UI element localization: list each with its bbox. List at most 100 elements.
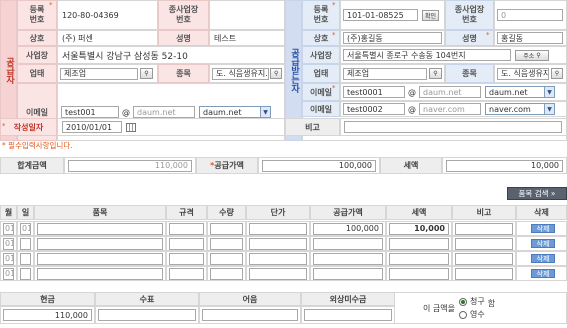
month-input[interactable]: 01 (3, 237, 14, 250)
payment-credit-input[interactable] (304, 309, 392, 321)
day-input[interactable] (20, 252, 31, 265)
supply-amount-input[interactable]: 100,000 (262, 159, 376, 172)
item-field-input[interactable] (455, 222, 513, 235)
table-row-cell: 삭제 (516, 236, 567, 251)
buyer-email1-select[interactable]: daum.net ▼ (485, 86, 555, 98)
item-field-input[interactable] (37, 222, 163, 235)
items-header-cell: 품목 (34, 205, 166, 220)
buyer-email2-select[interactable]: naver.com ▼ (485, 103, 555, 115)
delete-button[interactable]: 삭제 (531, 254, 555, 263)
buyer-reg-no-input[interactable]: 101-01-08525 (343, 9, 418, 21)
item-field-input[interactable] (37, 267, 163, 280)
tax-input[interactable] (389, 237, 449, 250)
buyer-email2-domain[interactable]: naver.com (419, 103, 481, 115)
table-row-cell (17, 266, 34, 281)
calendar-icon[interactable] (126, 122, 136, 132)
tax-amount-input[interactable]: 10,000 (446, 159, 563, 172)
item-field-input[interactable] (249, 222, 307, 235)
chevron-down-icon: ▼ (260, 107, 270, 117)
receipt-option-cell: 이 금액을 청구 영수 함 (395, 292, 567, 324)
radio-icon[interactable] (458, 310, 467, 319)
option-receipt[interactable]: 영수 (458, 309, 485, 320)
radio-selected-icon[interactable] (458, 297, 467, 306)
item-field-input[interactable] (210, 237, 243, 250)
supplier-email-id[interactable]: test001 (61, 106, 119, 118)
buyer-email1-id[interactable]: test0001 (343, 86, 405, 98)
supply-input[interactable] (313, 237, 383, 250)
payment-check-input[interactable] (98, 309, 196, 321)
buyer-email2-cell: test0002 @ naver.com naver.com ▼ (340, 101, 567, 117)
write-date-input[interactable]: 2010/01/01 (62, 121, 122, 133)
item-field-input[interactable] (169, 252, 204, 265)
item-field-input[interactable] (455, 237, 513, 250)
item-field-input[interactable] (169, 222, 204, 235)
table-row-cell (166, 236, 207, 251)
buyer-biz-type-input[interactable]: 제조업 (343, 67, 427, 80)
item-field-input[interactable] (169, 237, 204, 250)
item-field-input[interactable] (249, 267, 307, 280)
supplier-email-domain[interactable]: daum.net (133, 106, 195, 118)
item-field-input[interactable] (169, 267, 204, 280)
payment-note-input[interactable] (202, 309, 298, 321)
supply-input[interactable] (313, 252, 383, 265)
month-input[interactable]: 01 (3, 222, 14, 235)
buyer-email1-cell: test0001 @ daum.net daum.net ▼ (340, 83, 567, 101)
buyer-company-input[interactable]: (주)홍길동 (343, 32, 442, 44)
item-field-input[interactable] (249, 237, 307, 250)
search-button[interactable]: ⚲ (429, 68, 442, 79)
table-row-cell (207, 236, 246, 251)
buyer-biz-item-cell: 도. 식음생유지. ⚲ (494, 64, 567, 83)
buyer-name-input[interactable]: 홍길동 (497, 32, 563, 44)
item-field-input[interactable] (210, 222, 243, 235)
table-row-cell: 01 (0, 251, 17, 266)
address-search-button[interactable]: 주소 ⚲ (515, 49, 549, 61)
day-input[interactable] (20, 267, 31, 280)
item-field-input[interactable] (455, 252, 513, 265)
item-field-input[interactable] (249, 252, 307, 265)
supplier-biz-item-input[interactable]: 도. 식음생유지. (212, 67, 270, 80)
item-field-input[interactable] (210, 252, 243, 265)
month-input[interactable]: 01 (3, 267, 14, 280)
remarks-input[interactable] (344, 121, 562, 133)
search-button[interactable]: ⚲ (270, 68, 282, 79)
total-amount-label: 합계금액 (0, 157, 64, 174)
delete-button[interactable]: 삭제 (531, 269, 555, 278)
payment-cash-cell: 110,000 (0, 306, 95, 324)
month-input[interactable]: 01 (3, 252, 14, 265)
items-header-cell: 일 (17, 205, 34, 220)
buyer-address-input[interactable]: 서울특별시 종로구 수송동 104번지 (343, 49, 511, 61)
table-row-cell (34, 251, 166, 266)
payment-cash-input[interactable]: 110,000 (3, 309, 92, 321)
table-row-cell: 01 (0, 221, 17, 236)
tax-input[interactable]: 10,000 (389, 222, 449, 235)
table-row-cell (207, 251, 246, 266)
buyer-biz-item-input[interactable]: 도. 식음생유지. (497, 67, 549, 80)
at-sign: @ (122, 107, 130, 117)
supply-input[interactable] (313, 267, 383, 280)
search-button[interactable]: ⚲ (551, 68, 563, 79)
item-field-input[interactable] (37, 252, 163, 265)
supplier-email-select[interactable]: daum.net ▼ (199, 106, 271, 118)
option-claim[interactable]: 청구 (458, 296, 485, 307)
item-field-input[interactable] (455, 267, 513, 280)
supplier-biz-type-input[interactable]: 제조업 (60, 67, 138, 80)
buyer-email2-id[interactable]: test0002 (343, 103, 405, 115)
buyer-email2-label: 이메일 (302, 101, 340, 117)
table-row-cell: 01 (0, 266, 17, 281)
buyer-email1-domain[interactable]: daum.net (419, 86, 481, 98)
tax-input[interactable] (389, 252, 449, 265)
supply-input[interactable]: 100,000 (313, 222, 383, 235)
delete-button[interactable]: 삭제 (531, 239, 555, 248)
delete-button[interactable]: 삭제 (531, 224, 555, 233)
day-input[interactable] (20, 237, 31, 250)
search-button[interactable]: ⚲ (140, 68, 153, 79)
item-field-input[interactable] (37, 237, 163, 250)
day-input[interactable]: 01 (20, 222, 31, 235)
confirm-button[interactable]: 확인 (422, 9, 439, 21)
buyer-branch-no-input[interactable]: 0 (497, 9, 563, 21)
tax-input[interactable] (389, 267, 449, 280)
item-field-input[interactable] (210, 267, 243, 280)
items-header-cell: 삭제 (516, 205, 567, 220)
supplier-company-label: 상호 (17, 30, 57, 46)
item-search-button[interactable]: 품목 검색 » (507, 187, 567, 200)
